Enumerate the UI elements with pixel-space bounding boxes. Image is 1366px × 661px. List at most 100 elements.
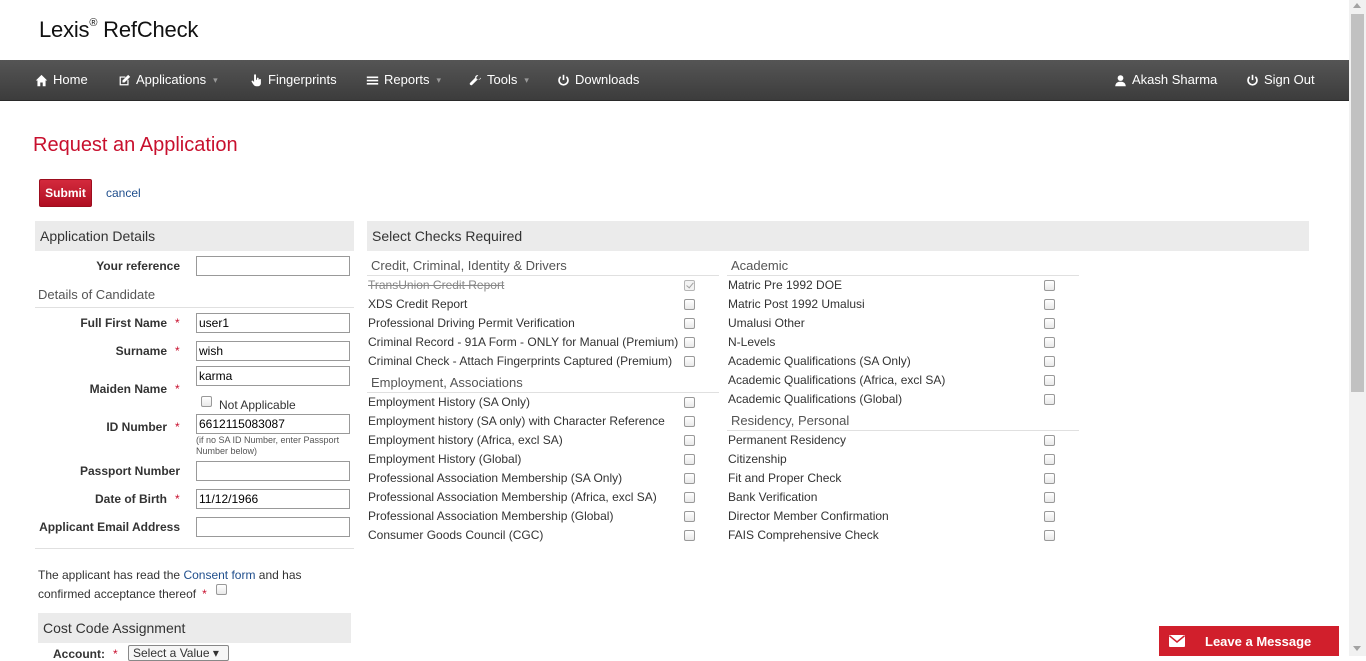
check-option-checkbox[interactable] xyxy=(684,530,695,541)
envelope-icon xyxy=(1169,635,1185,647)
chevron-down-icon: ▾ xyxy=(524,75,529,85)
leave-message-button[interactable]: Leave a Message xyxy=(1159,626,1339,656)
check-option-checkbox[interactable] xyxy=(684,454,695,465)
applicant-email-input[interactable] xyxy=(196,517,350,537)
required-marker: * xyxy=(175,344,180,358)
your-reference-input[interactable] xyxy=(196,256,350,276)
list-icon xyxy=(366,75,379,85)
your-reference-label: Your reference xyxy=(96,259,180,273)
check-option-label: FAIS Comprehensive Check xyxy=(728,528,879,542)
required-marker: * xyxy=(175,492,180,506)
scrollbar-thumb[interactable] xyxy=(1351,14,1364,392)
check-option-label: Permanent Residency xyxy=(728,433,847,447)
cost-code-header: Cost Code Assignment xyxy=(38,613,351,643)
divider xyxy=(727,275,1079,276)
application-details-header: Application Details xyxy=(35,221,354,251)
chevron-down-icon: ▾ xyxy=(212,646,219,660)
consent-statement: The applicant has read the Consent form … xyxy=(38,566,338,604)
divider xyxy=(727,430,1079,431)
check-option-checkbox[interactable] xyxy=(1044,530,1055,541)
check-option-checkbox[interactable] xyxy=(1044,492,1055,503)
divider xyxy=(367,275,719,276)
page-scrollbar[interactable] xyxy=(1349,0,1366,656)
candidate-details-heading: Details of Candidate xyxy=(38,287,156,302)
id-number-label: ID Number xyxy=(106,420,167,434)
nav-reports[interactable]: Reports ▾ xyxy=(366,60,441,100)
check-option-checkbox[interactable] xyxy=(1044,337,1055,348)
id-number-hint: (if no SA ID Number, enter Passport Numb… xyxy=(196,435,340,456)
nav-home[interactable]: Home xyxy=(35,60,88,100)
scroll-down-arrow-icon[interactable] xyxy=(1353,646,1361,651)
check-option-checkbox[interactable] xyxy=(684,356,695,367)
check-option-checkbox[interactable] xyxy=(1044,435,1055,446)
check-option-checkbox[interactable] xyxy=(1044,356,1055,367)
check-option-checkbox[interactable] xyxy=(684,416,695,427)
check-option-checkbox[interactable] xyxy=(1044,375,1055,386)
id-number-input[interactable] xyxy=(196,414,350,434)
check-option-checkbox[interactable] xyxy=(684,473,695,484)
divider xyxy=(35,307,354,308)
consent-form-link[interactable]: Consent form xyxy=(183,568,255,582)
check-option-checkbox[interactable] xyxy=(1044,394,1055,405)
check-option-checkbox[interactable] xyxy=(1044,299,1055,310)
employment-section-heading: Employment, Associations xyxy=(371,375,523,390)
check-option-checkbox[interactable] xyxy=(684,318,695,329)
consent-checkbox[interactable] xyxy=(216,584,227,595)
nav-downloads[interactable]: Downloads xyxy=(557,60,639,100)
app-logo: Lexis® RefCheck xyxy=(39,16,199,42)
chevron-down-icon: ▾ xyxy=(213,75,218,85)
nav-home-label: Home xyxy=(53,72,88,87)
account-select[interactable]: Select a Value ▾ xyxy=(128,645,229,661)
date-of-birth-input[interactable] xyxy=(196,489,350,509)
check-option-label: Citizenship xyxy=(728,452,787,466)
account-label: Account: xyxy=(53,647,105,661)
chevron-down-icon: ▾ xyxy=(436,75,442,85)
scroll-up-arrow-icon[interactable] xyxy=(1353,3,1361,8)
edit-icon xyxy=(119,74,131,85)
check-option-checkbox[interactable] xyxy=(684,397,695,408)
check-option-checkbox[interactable] xyxy=(1044,318,1055,329)
required-marker: * xyxy=(202,587,207,601)
check-option-label: TransUnion Credit Report xyxy=(368,278,505,292)
surname-input[interactable] xyxy=(196,341,350,361)
check-option-checkbox[interactable] xyxy=(684,492,695,503)
power-icon xyxy=(1247,74,1258,85)
date-of-birth-label: Date of Birth xyxy=(95,492,167,506)
check-option-label: Fit and Proper Check xyxy=(728,471,842,485)
check-option-checkbox[interactable] xyxy=(1044,511,1055,522)
nav-applications[interactable]: Applications ▾ xyxy=(118,60,218,100)
check-option-checkbox[interactable] xyxy=(684,299,695,310)
nav-fingerprints-label: Fingerprints xyxy=(268,72,337,87)
cancel-link[interactable]: cancel xyxy=(106,186,141,200)
passport-number-label: Passport Number xyxy=(79,464,180,478)
check-option-label: Criminal Record - 91A Form - ONLY for Ma… xyxy=(368,335,679,349)
check-option-checkbox[interactable] xyxy=(1044,280,1055,291)
nav-sign-out-label: Sign Out xyxy=(1264,72,1315,87)
wrench-icon xyxy=(469,74,481,85)
check-option-label: Employment History (Global) xyxy=(368,452,522,466)
check-option-checkbox[interactable] xyxy=(684,511,695,522)
main-navbar: Home Applications ▾ Fingerprints Reports… xyxy=(0,60,1349,101)
check-option-label: Umalusi Other xyxy=(728,316,805,330)
check-option-label: Professional Driving Permit Verification xyxy=(368,316,575,330)
nav-sign-out[interactable]: Sign Out xyxy=(1246,60,1315,100)
check-option-checkbox[interactable] xyxy=(684,337,695,348)
nav-user[interactable]: Akash Sharma xyxy=(1114,60,1217,100)
maiden-name-label: Maiden Name xyxy=(89,382,167,396)
check-option-checkbox[interactable] xyxy=(684,435,695,446)
check-option-label: Director Member Confirmation xyxy=(728,509,889,523)
check-option-checkbox[interactable] xyxy=(1044,473,1055,484)
submit-button[interactable]: Submit xyxy=(39,179,92,207)
not-applicable-checkbox[interactable] xyxy=(201,396,212,407)
nav-tools[interactable]: Tools ▾ xyxy=(469,60,529,100)
nav-downloads-label: Downloads xyxy=(575,72,640,87)
passport-number-input[interactable] xyxy=(196,461,350,481)
required-marker: * xyxy=(175,382,180,396)
first-name-input[interactable] xyxy=(196,313,350,333)
maiden-name-input[interactable] xyxy=(196,366,350,386)
check-option-checkbox[interactable] xyxy=(1044,454,1055,465)
nav-fingerprints[interactable]: Fingerprints xyxy=(250,60,337,100)
user-icon xyxy=(1115,74,1126,86)
check-option-label: Professional Association Membership (Glo… xyxy=(368,509,614,523)
leave-message-label: Leave a Message xyxy=(1205,633,1312,649)
